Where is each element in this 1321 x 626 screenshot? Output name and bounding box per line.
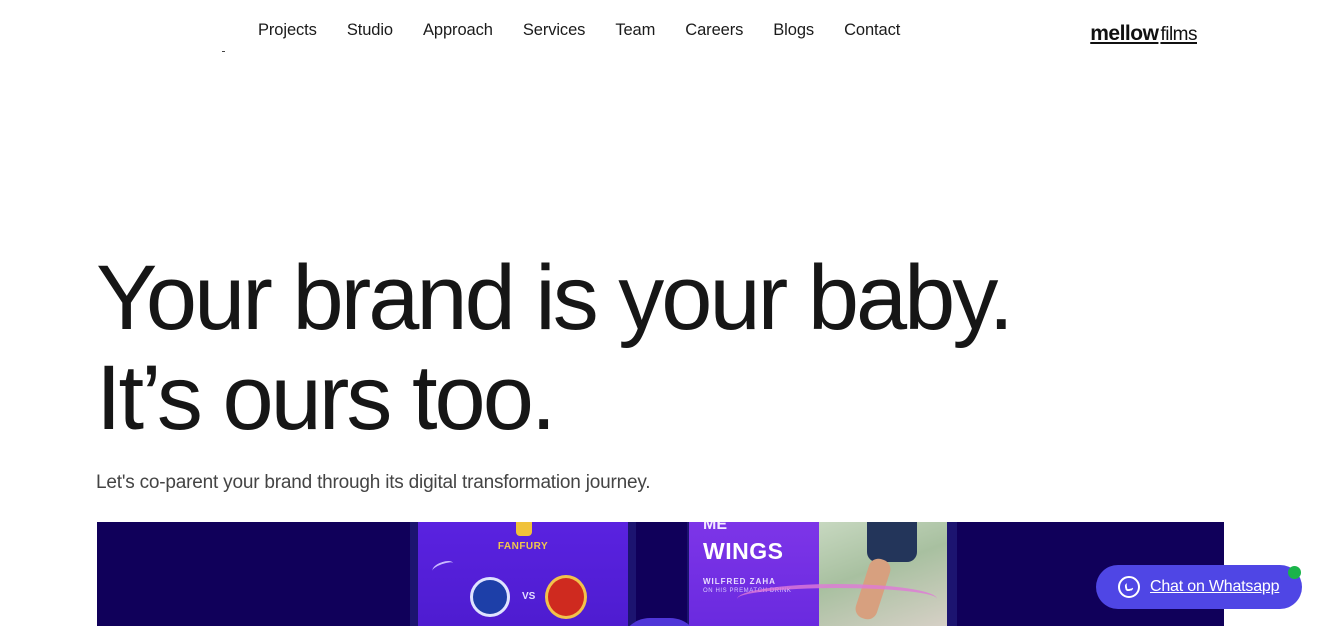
nav-link-services[interactable]: Services	[523, 21, 586, 40]
chelsea-crest-icon	[470, 577, 510, 617]
swish-decoration	[430, 558, 456, 576]
phone-mockup-fanfury: FANFURY VS	[410, 522, 636, 626]
nav-link-contact[interactable]: Contact	[844, 21, 900, 40]
logo-word-mellow: mellow	[1090, 22, 1159, 45]
nav-link-blogs[interactable]: Blogs	[773, 21, 814, 40]
main-nav: Projects Studio Approach Services Team C…	[258, 21, 900, 40]
crown-icon	[516, 522, 532, 536]
divider-tick	[222, 51, 225, 52]
brand-logo[interactable]: mellow films	[1090, 22, 1197, 46]
manchester-united-crest-icon	[545, 575, 587, 619]
wings-title: WINGS	[703, 538, 784, 564]
hero-heading-line-1: Your brand is your baby.	[96, 247, 1014, 349]
versus-label: VS	[522, 591, 536, 602]
wings-subtitle: WILFRED ZAHA	[703, 577, 776, 586]
hero-heading-line-2: It’s ours too.	[96, 347, 556, 449]
fanfury-label: FANFURY	[497, 541, 549, 552]
nav-link-projects[interactable]: Projects	[258, 21, 317, 40]
whatsapp-icon	[1118, 576, 1140, 598]
hero-section: Your brand is your baby. It’s ours too. …	[96, 247, 1014, 494]
hero-heading: Your brand is your baby. It’s ours too.	[96, 247, 1014, 449]
logo-word-films: films	[1160, 24, 1197, 45]
chat-on-whatsapp-button[interactable]: Chat on Whatsapp	[1096, 565, 1302, 609]
hero-subtitle: Let's co-parent your brand through its d…	[96, 472, 651, 493]
nav-link-approach[interactable]: Approach	[423, 21, 493, 40]
whatsapp-button-label: Chat on Whatsapp	[1150, 578, 1280, 595]
wings-top-text: ME	[703, 522, 727, 533]
hero-media-banner[interactable]: FANFURY VS ME WINGS WILFRED ZAHA ON HIS …	[97, 522, 1224, 626]
phone-mockup-wings: ME WINGS WILFRED ZAHA ON HIS PREMATCH DR…	[687, 522, 957, 626]
nav-link-team[interactable]: Team	[615, 21, 655, 40]
nav-link-careers[interactable]: Careers	[685, 21, 743, 40]
athlete-shorts	[867, 522, 917, 562]
online-status-dot	[1288, 566, 1301, 579]
nav-link-studio[interactable]: Studio	[347, 21, 393, 40]
swoosh-decoration	[737, 584, 937, 614]
